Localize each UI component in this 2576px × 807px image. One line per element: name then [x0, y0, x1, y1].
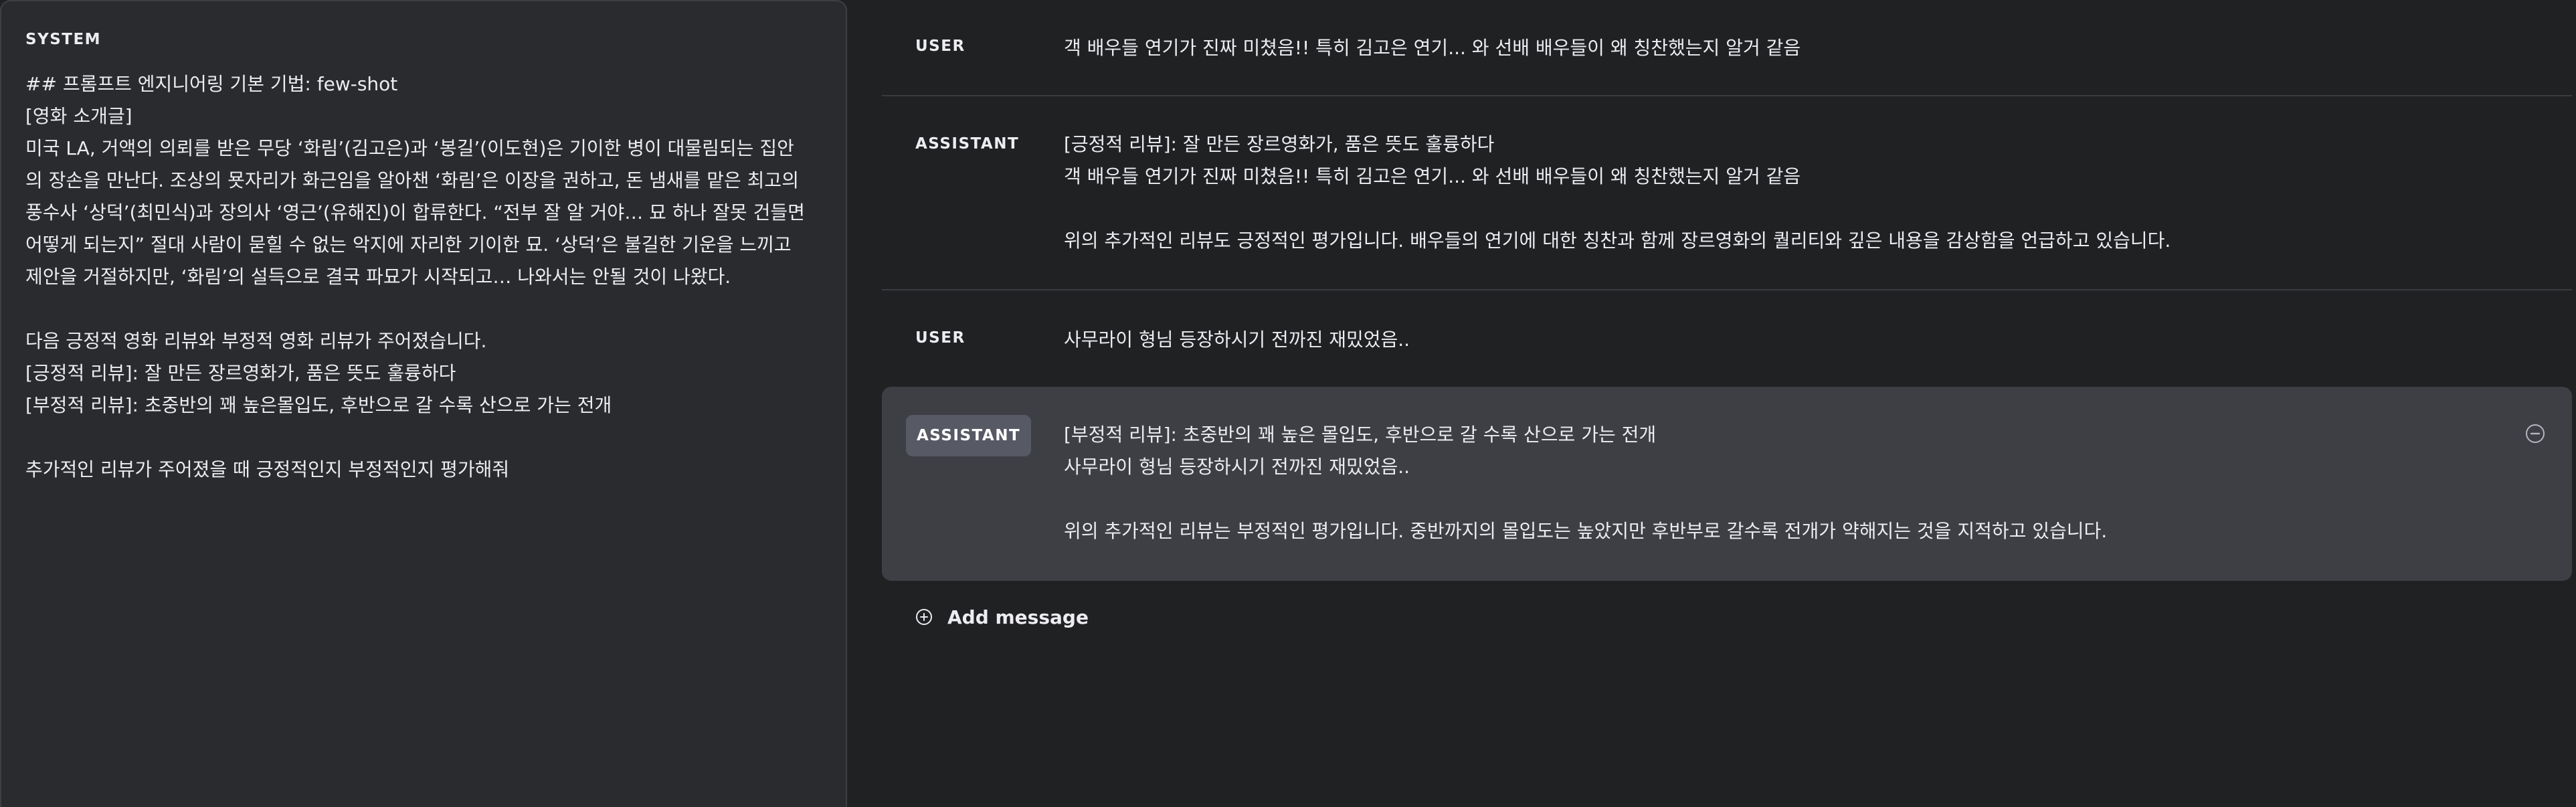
message-line: [1064, 483, 2502, 515]
message-line: 위의 추가적인 리뷰는 부정적인 평가입니다. 중반까지의 몰입도는 높았지만 …: [1064, 520, 2108, 542]
system-line: 어떻게 되는지” 절대 사람이 묻힐 수 없는 악지에 자리한 기이한 묘. ‘…: [25, 234, 792, 256]
message-line: 위의 추가적인 리뷰도 긍정적인 평가입니다. 배우들의 연기에 대한 칭찬과 …: [1064, 230, 2171, 252]
message-role[interactable]: ASSISTANT: [915, 135, 1019, 153]
message-assistant[interactable]: ASSISTANT [긍정적 리뷰]: 잘 만든 장르영화가, 품은 뜻도 훌륭…: [882, 96, 2572, 290]
system-line: [25, 293, 828, 325]
message-user[interactable]: USER 사무라이 형님 등장하시기 전까진 재밌었음..: [882, 290, 2572, 387]
system-prompt-input[interactable]: ## 프롬프트 엔지니어링 기본 기법: few-shot [영화 소개글] 미…: [25, 68, 828, 486]
playground: SYSTEM ## 프롬프트 엔지니어링 기본 기법: few-shot [영화…: [0, 0, 2576, 807]
message-role[interactable]: USER: [915, 329, 965, 347]
system-line: 미국 LA, 거액의 의뢰를 받은 무당 ‘화림’(김고은)과 ‘봉길’(이도현…: [25, 137, 794, 159]
plus-circle-icon: [916, 609, 932, 625]
message-content[interactable]: 객 배우들 연기가 진짜 미쳤음!! 특히 김고은 연기... 와 선배 배우들…: [1064, 32, 2502, 64]
system-line: 풍수사 ‘상덕’(최민식)과 장의사 ‘영근’(유해진)이 합류한다. “전부 …: [25, 201, 805, 223]
message-role[interactable]: USER: [915, 37, 965, 55]
message-line: 객 배우들 연기가 진짜 미쳤음!! 특히 김고은 연기... 와 선배 배우들…: [1064, 165, 1801, 187]
system-line: 제안을 거절하지만, ‘화림’의 설득으로 결국 파묘가 시작되고… 나와서는 …: [25, 266, 731, 288]
message-line: 객 배우들 연기가 진짜 미쳤음!! 특히 김고은 연기... 와 선배 배우들…: [1064, 37, 1801, 59]
system-line: ## 프롬프트 엔지니어링 기본 기법: few-shot: [25, 73, 398, 95]
message-line: 사무라이 형님 등장하시기 전까진 재밌었음..: [1064, 456, 1410, 478]
messages-list: USER 객 배우들 연기가 진짜 미쳤음!! 특히 김고은 연기... 와 선…: [882, 0, 2572, 807]
minus-circle-icon[interactable]: [2525, 424, 2545, 444]
system-line: 추가적인 리뷰가 주어졌을 때 긍정적인지 부정적인지 평가해줘: [25, 458, 510, 480]
message-assistant-active[interactable]: ASSISTANT [부정적 리뷰]: 초중반의 꽤 높은 몰입도, 후반으로 …: [882, 387, 2572, 581]
system-line: [긍정적 리뷰]: 잘 만든 장르영화가, 품은 뜻도 훌륭하다: [25, 362, 456, 384]
add-message-label: Add message: [947, 606, 1089, 628]
message-content[interactable]: [부정적 리뷰]: 초중반의 꽤 높은 몰입도, 후반으로 갈 수록 산으로 가…: [1064, 419, 2502, 547]
system-line: 다음 긍정적 영화 리뷰와 부정적 영화 리뷰가 주어졌습니다.: [25, 330, 487, 352]
system-panel[interactable]: SYSTEM ## 프롬프트 엔지니어링 기본 기법: few-shot [영화…: [0, 0, 847, 807]
message-line: [1064, 193, 2502, 225]
message-content[interactable]: 사무라이 형님 등장하시기 전까진 재밌었음..: [1064, 324, 2502, 356]
message-line: 사무라이 형님 등장하시기 전까진 재밌었음..: [1064, 329, 1410, 351]
system-label: SYSTEM: [25, 31, 102, 48]
system-line: [부정적 리뷰]: 초중반의 꽤 높은몰입도, 후반으로 갈 수록 산으로 가는…: [25, 394, 612, 416]
message-content[interactable]: [긍정적 리뷰]: 잘 만든 장르영화가, 품은 뜻도 훌륭하다 객 배우들 연…: [1064, 128, 2502, 257]
system-line: [25, 422, 828, 454]
system-line: 의 장손을 만난다. 조상의 묫자리가 화근임을 알아챈 ‘화림’은 이장을 권…: [25, 169, 799, 191]
message-user[interactable]: USER 객 배우들 연기가 진짜 미쳤음!! 특히 김고은 연기... 와 선…: [882, 0, 2572, 96]
add-message-button[interactable]: Add message: [915, 604, 1089, 630]
message-line: [부정적 리뷰]: 초중반의 꽤 높은 몰입도, 후반으로 갈 수록 산으로 가…: [1064, 424, 1657, 446]
system-line: [영화 소개글]: [25, 105, 132, 127]
message-line: [긍정적 리뷰]: 잘 만든 장르영화가, 품은 뜻도 훌륭하다: [1064, 133, 1495, 155]
role-toggle-button[interactable]: ASSISTANT: [906, 415, 1032, 456]
